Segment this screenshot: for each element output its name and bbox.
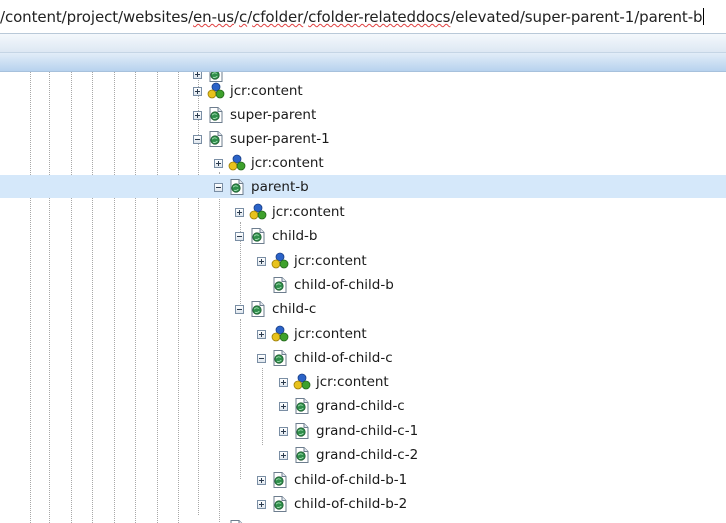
jcr-content-icon xyxy=(207,82,225,99)
tree-node[interactable]: grand-child-c-1 xyxy=(279,421,418,441)
tree-node-label: super-parent xyxy=(230,107,317,123)
page-icon xyxy=(295,447,309,463)
tree-guide-line xyxy=(30,72,31,523)
tree-connector xyxy=(219,172,220,522)
jcr-content-icon xyxy=(271,325,289,342)
tree-node-label: grand-child-c-1 xyxy=(316,423,419,439)
tree-node-label: child-of-child-b-2 xyxy=(294,496,408,512)
tree-node-label: child-of-child-b-1 xyxy=(294,472,408,488)
tree-node[interactable] xyxy=(214,518,251,523)
tree-guide-line xyxy=(157,72,158,523)
expand-toggle-icon[interactable] xyxy=(257,475,266,485)
tree-node[interactable]: child-of-child-c xyxy=(257,348,393,368)
tree-node-label: jcr:content xyxy=(316,374,389,390)
tree-header xyxy=(0,53,726,72)
tree-node-label: child-of-child-b xyxy=(294,277,394,293)
page-icon xyxy=(230,179,244,195)
expand-toggle-icon[interactable] xyxy=(257,499,266,509)
expand-toggle-icon[interactable] xyxy=(193,72,202,79)
page-icon xyxy=(209,131,223,147)
tree-guide-line xyxy=(49,72,50,523)
tree-guide-line xyxy=(114,72,115,523)
expand-toggle-icon[interactable] xyxy=(257,256,266,266)
tree-node-label: child-of-child-c xyxy=(294,350,393,366)
path-input[interactable]: /content/project/websites/en-us/c/cfolde… xyxy=(0,8,705,26)
tree-node-label: child-c xyxy=(272,301,317,317)
tree-node-label: jcr:content xyxy=(272,204,345,220)
collapse-toggle-icon[interactable] xyxy=(257,353,266,363)
expand-toggle-icon[interactable] xyxy=(214,158,223,168)
path-segment: en-us xyxy=(193,8,235,26)
tree-node[interactable]: grand-child-c xyxy=(279,396,405,416)
toolbar-strip xyxy=(0,34,726,53)
tree-guide-line xyxy=(135,72,136,523)
tree-node[interactable]: super-parent-1 xyxy=(193,129,330,149)
expand-toggle-icon[interactable] xyxy=(279,450,288,460)
tree-node[interactable]: jcr:content xyxy=(214,153,324,173)
tree-connector xyxy=(240,319,241,479)
tree-node[interactable]: jcr:content xyxy=(279,372,389,392)
page-icon xyxy=(273,496,287,512)
expand-toggle-icon[interactable] xyxy=(257,329,266,339)
jcr-content-icon xyxy=(228,154,246,171)
page-icon xyxy=(295,423,309,439)
tree-node[interactable]: jcr:content xyxy=(193,81,303,101)
expand-toggle-icon[interactable] xyxy=(193,110,202,120)
page-icon xyxy=(273,350,287,366)
tree-node-label: child-b xyxy=(272,228,318,244)
collapse-toggle-icon[interactable] xyxy=(214,182,223,192)
text-caret xyxy=(703,8,705,25)
tree-node[interactable]: super-parent xyxy=(193,105,316,125)
tree-guide-line xyxy=(92,72,93,523)
expand-toggle-icon[interactable] xyxy=(279,426,288,436)
tree-node-label: parent-b xyxy=(251,179,309,195)
tree-node-label: super-parent-1 xyxy=(230,131,330,147)
repository-tree[interactable]: jcr:content super-parent super-parent-1 jcr… xyxy=(0,72,726,523)
expand-toggle-icon[interactable] xyxy=(279,377,288,387)
tree-node-label: jcr:content xyxy=(230,83,303,99)
expand-toggle-icon[interactable] xyxy=(193,86,202,96)
selected-row-highlight xyxy=(0,175,726,198)
path-segment: cfolder xyxy=(252,8,304,26)
tree-node[interactable]: child-of-child-b-1 xyxy=(257,470,407,490)
tree-node-label: jcr:content xyxy=(294,326,367,342)
tree-node[interactable]: child-c xyxy=(235,299,316,319)
page-icon xyxy=(295,398,309,414)
path-segment: c xyxy=(238,8,248,26)
page-icon xyxy=(251,301,265,317)
expand-toggle-icon[interactable] xyxy=(235,207,244,217)
tree-node[interactable]: grand-child-c-2 xyxy=(279,445,418,465)
tree-node[interactable]: child-of-child-b-2 xyxy=(257,494,407,514)
collapse-toggle-icon[interactable] xyxy=(235,304,244,314)
path-segment: /elevated/super-parent-1/parent-b xyxy=(450,8,703,26)
tree-node-selected[interactable]: parent-b xyxy=(214,177,309,197)
tree-guide-line xyxy=(71,72,72,523)
page-icon xyxy=(251,228,265,244)
tree-node[interactable]: jcr:content xyxy=(257,251,367,271)
tree-node[interactable]: child-b xyxy=(235,226,318,246)
page-icon xyxy=(273,277,287,293)
page-icon xyxy=(273,472,287,488)
page-icon xyxy=(209,107,223,123)
tree-node-label: jcr:content xyxy=(251,155,324,171)
tree-connector xyxy=(262,368,263,445)
tree-node[interactable]: jcr:content xyxy=(257,324,367,344)
path-segment: cfolder-relateddocs xyxy=(308,8,451,26)
jcr-content-icon xyxy=(271,252,289,269)
page-icon xyxy=(230,520,243,523)
collapse-toggle-icon[interactable] xyxy=(235,231,244,241)
tree-guide-line xyxy=(178,72,179,523)
jcr-content-icon xyxy=(293,373,311,390)
tree-node-label: jcr:content xyxy=(294,253,367,269)
tree-node-label: grand-child-c xyxy=(316,398,405,414)
jcr-content-icon xyxy=(249,203,267,220)
expand-toggle-icon[interactable] xyxy=(279,401,288,411)
address-bar[interactable]: /content/project/websites/en-us/c/cfolde… xyxy=(0,0,726,34)
path-segment: /content/project/websites/ xyxy=(0,8,194,26)
tree-node[interactable]: child-of-child-b xyxy=(257,275,394,295)
collapse-toggle-icon[interactable] xyxy=(193,134,202,144)
tree-node-label: grand-child-c-2 xyxy=(316,447,419,463)
tree-node[interactable]: jcr:content xyxy=(235,202,345,222)
